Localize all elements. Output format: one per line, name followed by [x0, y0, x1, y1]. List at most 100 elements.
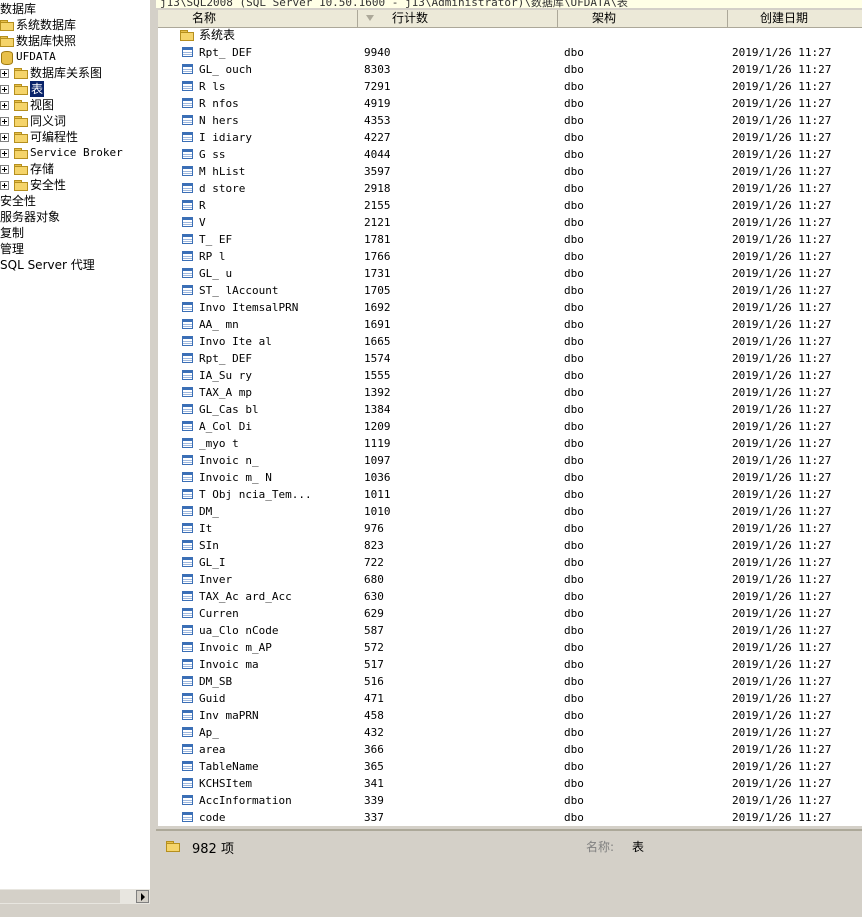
table-name-cell: R ls [199, 80, 226, 93]
schema-cell: dbo [564, 46, 584, 59]
table-row[interactable]: Invoic ma 517 dbo 2019/1/26 11:27 [158, 656, 862, 673]
table-row[interactable]: Invoic m_AP 572 dbo 2019/1/26 11:27 [158, 639, 862, 656]
table-row[interactable]: TAX_Ac ard_Acc 630 dbo 2019/1/26 11:27 [158, 588, 862, 605]
expand-plus-icon[interactable] [0, 117, 9, 126]
table-row[interactable]: R nfos 4919 dbo 2019/1/26 11:27 [158, 95, 862, 112]
table-row[interactable]: TAX_A mp 1392 dbo 2019/1/26 11:27 [158, 384, 862, 401]
table-name-cell: A_Col Di [199, 420, 252, 433]
table-name-cell: TAX_Ac ard_Acc [199, 590, 292, 603]
column-header-name[interactable]: 名称 [158, 10, 358, 27]
table-row[interactable]: ST_ lAccount 1705 dbo 2019/1/26 11:27 [158, 282, 862, 299]
created-date-cell: 2019/1/26 11:27 [732, 454, 832, 467]
row-count-cell: 7291 [364, 80, 391, 93]
expand-plus-icon[interactable] [0, 181, 9, 190]
expand-plus-icon[interactable] [0, 69, 9, 78]
table-row[interactable]: Inv maPRN 458 dbo 2019/1/26 11:27 [158, 707, 862, 724]
table-row[interactable]: DM_ 1010 dbo 2019/1/26 11:27 [158, 503, 862, 520]
expand-plus-icon[interactable] [0, 133, 9, 142]
table-row[interactable]: T_ EF 1781 dbo 2019/1/26 11:27 [158, 231, 862, 248]
schema-cell: dbo [564, 114, 584, 127]
created-date-cell: 2019/1/26 11:27 [732, 63, 832, 76]
table-icon [182, 64, 193, 74]
created-date-cell: 2019/1/26 11:27 [732, 284, 832, 297]
table-row[interactable]: T Obj ncia_Tem... 1011 dbo 2019/1/26 11:27 [158, 486, 862, 503]
table-row[interactable]: I idiary 4227 dbo 2019/1/26 11:27 [158, 129, 862, 146]
table-row[interactable]: GL_I 722 dbo 2019/1/26 11:27 [158, 554, 862, 571]
table-row[interactable]: Rpt_ DEF 1574 dbo 2019/1/26 11:27 [158, 350, 862, 367]
table-row[interactable]: G ss 4044 dbo 2019/1/26 11:27 [158, 146, 862, 163]
table-row[interactable]: Invoic n_ 1097 dbo 2019/1/26 11:27 [158, 452, 862, 469]
table-icon [182, 591, 193, 601]
table-row[interactable]: code 337 dbo 2019/1/26 11:27 [158, 809, 862, 826]
table-row[interactable]: A_Col Di 1209 dbo 2019/1/26 11:27 [158, 418, 862, 435]
table-row[interactable]: TableName 365 dbo 2019/1/26 11:27 [158, 758, 862, 775]
schema-cell: dbo [564, 63, 584, 76]
tree-horizontal-scrollbar[interactable] [0, 888, 150, 904]
table-row[interactable]: RP l 1766 dbo 2019/1/26 11:27 [158, 248, 862, 265]
table-icon [182, 319, 193, 329]
column-header-rows[interactable]: 行计数 [358, 10, 558, 27]
table-row[interactable]: AA_ mn 1691 dbo 2019/1/26 11:27 [158, 316, 862, 333]
schema-cell: dbo [564, 709, 584, 722]
table-row[interactable]: Invoic m_ N 1036 dbo 2019/1/26 11:27 [158, 469, 862, 486]
object-explorer-tree[interactable]: 数据库 系统数据库 数据库快照 UFDATA 数据库关系图表视图 同义词 可编程性 Servi… [0, 0, 150, 888]
table-row[interactable]: Ap_ 432 dbo 2019/1/26 11:27 [158, 724, 862, 741]
table-icon [182, 438, 193, 448]
table-name-cell: Invo ItemsalPRN [199, 301, 299, 314]
table-name-cell: DM_SB [199, 675, 233, 688]
row-count-cell: 8303 [364, 63, 391, 76]
schema-cell: dbo [564, 148, 584, 161]
table-row[interactable]: R 2155 dbo 2019/1/26 11:27 [158, 197, 862, 214]
table-row[interactable]: AccInformation 339 dbo 2019/1/26 11:27 [158, 792, 862, 809]
table-row[interactable]: GL_ u 1731 dbo 2019/1/26 11:27 [158, 265, 862, 282]
column-header-schema[interactable]: 架构 [558, 10, 728, 27]
tree-node-label: SQL Server 代理 [0, 258, 95, 272]
table-row[interactable]: M hList 3597 dbo 2019/1/26 11:27 [158, 163, 862, 180]
system-tables-folder-row[interactable]: 系统表 [158, 27, 862, 44]
table-name-cell: IA_Su ry [199, 369, 252, 382]
table-row[interactable]: N hers 4353 dbo 2019/1/26 11:27 [158, 112, 862, 129]
schema-cell: dbo [564, 267, 584, 280]
created-date-cell: 2019/1/26 11:27 [732, 505, 832, 518]
table-icon [182, 472, 193, 482]
table-row[interactable]: KCHSItem 341 dbo 2019/1/26 11:27 [158, 775, 862, 792]
tree-node-label: 存储 [30, 162, 55, 176]
table-row[interactable]: It 976 dbo 2019/1/26 11:27 [158, 520, 862, 537]
table-row[interactable]: SIn 823 dbo 2019/1/26 11:27 [158, 537, 862, 554]
table-row[interactable]: GL_ ouch 8303 dbo 2019/1/26 11:27 [158, 61, 862, 78]
table-row[interactable]: Guid 471 dbo 2019/1/26 11:27 [158, 690, 862, 707]
table-icon [182, 285, 193, 295]
expand-plus-icon[interactable] [0, 149, 9, 158]
created-date-cell: 2019/1/26 11:27 [732, 624, 832, 637]
table-row[interactable]: Curren 629 dbo 2019/1/26 11:27 [158, 605, 862, 622]
table-icon [182, 710, 193, 720]
schema-cell: dbo [564, 641, 584, 654]
expand-plus-icon[interactable] [0, 165, 9, 174]
table-row[interactable]: Invo Ite al 1665 dbo 2019/1/26 11:27 [158, 333, 862, 350]
table-row[interactable]: d store 2918 dbo 2019/1/26 11:27 [158, 180, 862, 197]
created-date-cell: 2019/1/26 11:27 [732, 590, 832, 603]
details-list[interactable]: 名称 行计数 架构 创建日期 系统表 Rpt_ DEF 9940 dbo 2019/1… [158, 10, 862, 826]
expand-plus-icon[interactable] [0, 101, 9, 110]
table-row[interactable]: _myo t 1119 dbo 2019/1/26 11:27 [158, 435, 862, 452]
table-row[interactable]: Invo ItemsalPRN 1692 dbo 2019/1/26 11:27 [158, 299, 862, 316]
column-header-created[interactable]: 创建日期 [728, 10, 862, 27]
table-row[interactable]: Rpt_ DEF 9940 dbo 2019/1/26 11:27 [158, 44, 862, 61]
scrollbar-thumb[interactable] [0, 890, 120, 903]
table-row[interactable]: Inver 680 dbo 2019/1/26 11:27 [158, 571, 862, 588]
table-row[interactable]: area 366 dbo 2019/1/26 11:27 [158, 741, 862, 758]
table-row[interactable]: ua_Clo nCode 587 dbo 2019/1/26 11:27 [158, 622, 862, 639]
path-bar: j13\SQL2008 (SQL Server 10.50.1600 - j13… [156, 0, 862, 8]
table-row[interactable]: V 2121 dbo 2019/1/26 11:27 [158, 214, 862, 231]
row-count-cell: 1097 [364, 454, 391, 467]
table-row[interactable]: GL_Cas bl 1384 dbo 2019/1/26 11:27 [158, 401, 862, 418]
table-row[interactable]: IA_Su ry 1555 dbo 2019/1/26 11:27 [158, 367, 862, 384]
table-name-cell: ua_Clo nCode [199, 624, 279, 637]
folder-icon [14, 100, 28, 111]
table-row[interactable]: R ls 7291 dbo 2019/1/26 11:27 [158, 78, 862, 95]
tree-node-label: 系统数据库 [16, 18, 77, 32]
table-row[interactable]: DM_SB 516 dbo 2019/1/26 11:27 [158, 673, 862, 690]
expand-plus-icon[interactable] [0, 85, 9, 94]
scroll-right-arrow-icon[interactable] [136, 890, 149, 903]
table-icon [182, 744, 193, 754]
